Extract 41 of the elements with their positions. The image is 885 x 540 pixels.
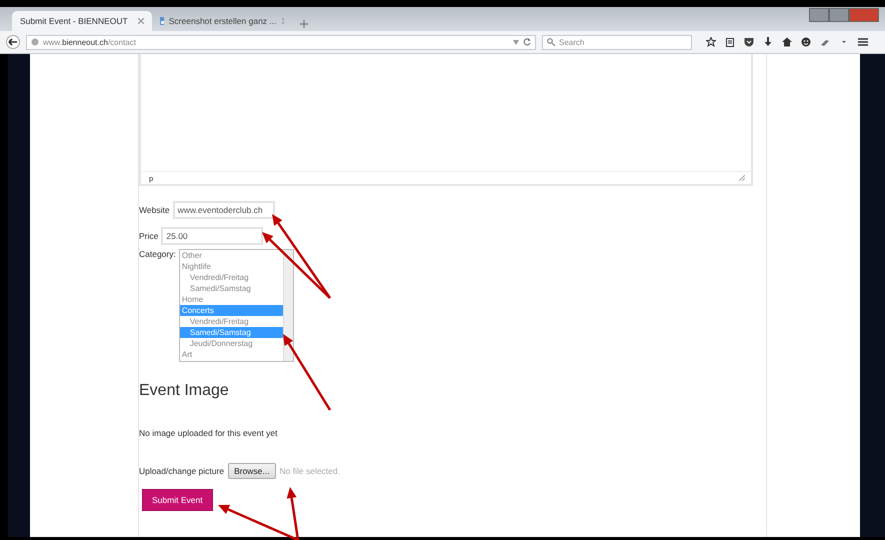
category-option[interactable]: Vendredi/Freitag xyxy=(180,272,283,283)
browser-tab[interactable]: Submit Event - BIENNEOUT xyxy=(12,11,152,31)
submit-button[interactable]: Submit Event xyxy=(142,489,213,511)
upload-label: Upload/change picture xyxy=(139,466,224,476)
price-label: Price xyxy=(139,231,158,241)
website-label: Website xyxy=(139,205,170,215)
star-icon[interactable] xyxy=(706,37,716,47)
section-heading: Event Image xyxy=(139,382,229,400)
back-icon[interactable] xyxy=(6,35,20,49)
annotation-arrow xyxy=(262,232,331,299)
category-option[interactable]: Other xyxy=(180,250,283,261)
picture-icon xyxy=(160,17,164,25)
image-status-text: No image uploaded for this event yet xyxy=(139,428,278,438)
category-option[interactable]: Nightlife xyxy=(180,261,283,272)
category-option[interactable]: Jeudi/Donnerstag xyxy=(180,338,283,349)
resize-handle-icon[interactable] xyxy=(739,175,745,181)
dropdown-icon[interactable] xyxy=(513,40,519,44)
category-option[interactable]: Samedi/Samstag xyxy=(180,283,283,294)
category-option[interactable]: Concerts xyxy=(180,305,283,316)
menu-icon[interactable] xyxy=(858,37,868,47)
website-field[interactable]: www.eventoderclub.ch xyxy=(172,201,275,219)
category-label: Category: xyxy=(139,249,176,259)
category-option[interactable]: Art xyxy=(180,349,283,360)
category-list[interactable]: Other Nightlife Vendredi/Freitag Samedi/Samstag Home Concerts Vendredi/Freitag Samedi/Samstag Jeudi/Donnerstag Art xyxy=(178,249,294,362)
browser-tab[interactable]: Screenshot erstellen ganz ... xyxy=(152,11,292,31)
smiley-icon[interactable] xyxy=(801,37,811,47)
category-option[interactable]: Samedi/Samstag xyxy=(180,327,283,338)
pocket-icon[interactable] xyxy=(744,37,754,47)
price-field[interactable]: 25.00 xyxy=(161,227,264,245)
home-icon[interactable] xyxy=(782,37,792,47)
search-icon xyxy=(547,38,555,46)
clipboard-icon[interactable] xyxy=(725,37,735,47)
file-status: No file selected. xyxy=(280,466,340,476)
browse-button[interactable]: Browse... xyxy=(228,463,276,479)
category-option[interactable]: Home xyxy=(180,294,283,305)
download-icon[interactable] xyxy=(763,37,773,47)
globe-icon xyxy=(31,38,39,46)
reload-icon[interactable] xyxy=(523,38,531,46)
address-field[interactable]: www.bienneout.ch/contact xyxy=(26,34,536,50)
search-field[interactable]: Search xyxy=(542,34,692,50)
category-option[interactable]: Vendredi/Freitag xyxy=(180,316,283,327)
